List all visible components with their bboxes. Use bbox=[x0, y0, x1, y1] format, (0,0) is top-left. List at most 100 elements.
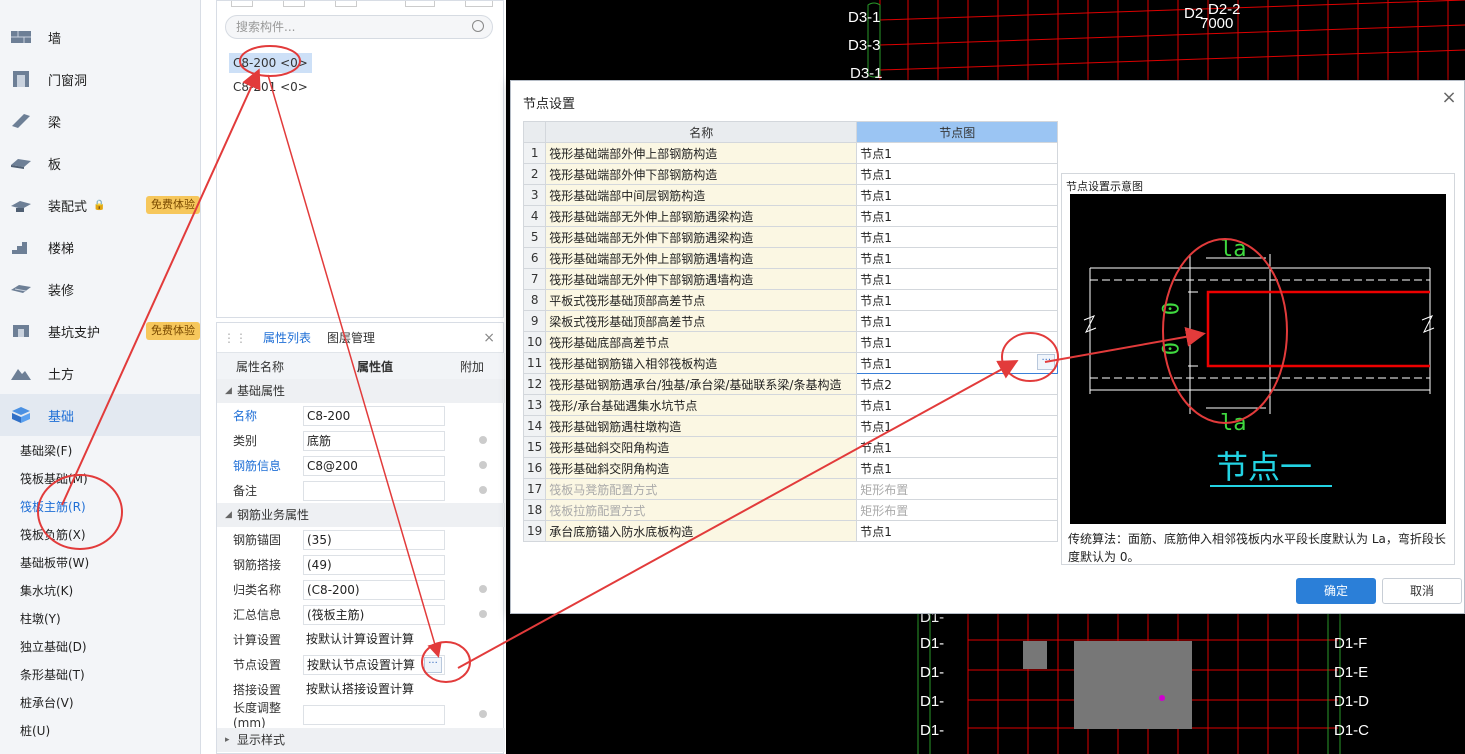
category-wall[interactable]: 墙 bbox=[0, 16, 200, 58]
close-icon[interactable]: × bbox=[483, 330, 495, 346]
node-setting-field[interactable]: 按默认节点设置计算 ··· bbox=[303, 654, 445, 675]
row-node-cell[interactable]: 节点1 bbox=[856, 457, 1059, 479]
extra-checkbox[interactable] bbox=[479, 486, 487, 494]
category-door-window[interactable]: 门窗洞 bbox=[0, 58, 200, 100]
node-table-row[interactable]: 3 筏形基础端部中间层钢筋构造 节点1 bbox=[522, 184, 1059, 206]
row-node-cell[interactable]: 节点1 bbox=[856, 226, 1059, 248]
row-node-cell[interactable]: 矩形布置 bbox=[856, 499, 1059, 521]
category-foundation[interactable]: 基础 bbox=[0, 394, 200, 436]
subitem-raft-negative-rebar[interactable]: 筏板负筋(X) bbox=[20, 524, 86, 546]
node-table-row[interactable]: 2 筏形基础端部外伸下部钢筋构造 节点1 bbox=[522, 163, 1059, 185]
category-pit-support[interactable]: 基坑支护 免费体验 bbox=[0, 310, 200, 352]
property-value-input[interactable] bbox=[303, 480, 445, 501]
subitem-raft-main-rebar[interactable]: 筏板主筋(R) bbox=[20, 496, 86, 518]
category-prefab[interactable]: 装配式 🔒 免费体验 bbox=[0, 184, 200, 226]
category-decoration[interactable]: 装修 bbox=[0, 268, 200, 310]
property-value-input[interactable]: (35) bbox=[303, 529, 445, 550]
node-table-row[interactable]: 9 梁板式筏形基础顶部高差节点 节点1 bbox=[522, 310, 1059, 332]
property-value-input[interactable]: C8-200 bbox=[303, 405, 445, 426]
category-earthwork[interactable]: 土方 bbox=[0, 352, 200, 394]
category-beam[interactable]: 梁 bbox=[0, 100, 200, 142]
node-table-row[interactable]: 18 筏板拉筋配置方式 矩形布置 bbox=[522, 499, 1059, 521]
row-node-cell[interactable]: 节点1 bbox=[856, 163, 1059, 185]
row-node-cell[interactable]: 节点1 bbox=[856, 184, 1059, 206]
extra-checkbox[interactable] bbox=[479, 436, 487, 444]
subitem-foundation-strip[interactable]: 基础板带(W) bbox=[20, 552, 89, 574]
free-trial-badge[interactable]: 免费体验 bbox=[146, 196, 200, 214]
toolbar-button[interactable] bbox=[283, 1, 305, 7]
node-table-row[interactable]: 15 筏形基础斜交阳角构造 节点1 bbox=[522, 436, 1059, 458]
property-value-input[interactable]: 按默认计算设置计算 bbox=[303, 630, 445, 650]
node-table-row[interactable]: 10 筏形基础底部高差节点 节点1 bbox=[522, 331, 1059, 353]
ellipsis-button[interactable]: ··· bbox=[1037, 354, 1056, 370]
ellipsis-button[interactable]: ··· bbox=[424, 656, 442, 673]
row-node-cell[interactable]: 节点1 bbox=[856, 520, 1059, 542]
component-item[interactable]: C8-201 <0> bbox=[229, 77, 312, 97]
row-node-cell[interactable]: 节点1 bbox=[856, 142, 1059, 164]
extra-checkbox[interactable] bbox=[479, 610, 487, 618]
subitem-foundation-beam[interactable]: 基础梁(F) bbox=[20, 440, 72, 462]
subitem-strip-footing[interactable]: 条形基础(T) bbox=[20, 664, 85, 686]
node-table-row[interactable]: 6 筏形基础端部无外伸上部钢筋遇墙构造 节点1 bbox=[522, 247, 1059, 269]
node-table-row[interactable]: 12 筏形基础钢筋遇承台/独基/承台梁/基础联系梁/条基构造 节点2 bbox=[522, 373, 1059, 395]
node-table-row[interactable]: 14 筏形基础钢筋遇柱墩构造 节点1 bbox=[522, 415, 1059, 437]
node-table-row[interactable]: 1 筏形基础端部外伸上部钢筋构造 节点1 bbox=[522, 142, 1059, 164]
node-table-row[interactable]: 4 筏形基础端部无外伸上部钢筋遇梁构造 节点1 bbox=[522, 205, 1059, 227]
subitem-raft-foundation[interactable]: 筏板基础(M) bbox=[20, 468, 88, 490]
row-node-cell[interactable]: 节点1 bbox=[856, 205, 1059, 227]
node-table-row[interactable]: 17 筏板马凳筋配置方式 矩形布置 bbox=[522, 478, 1059, 500]
node-table-row[interactable]: 11 筏形基础钢筋锚入相邻筏板构造 节点1 ··· bbox=[522, 352, 1059, 374]
cancel-button[interactable]: 取消 bbox=[1382, 578, 1462, 604]
subitem-isolated-footing[interactable]: 独立基础(D) bbox=[20, 636, 87, 658]
row-node-cell[interactable]: 节点1 ··· bbox=[856, 352, 1059, 374]
group-basic[interactable]: ◢ 基础属性 bbox=[217, 379, 505, 403]
property-value-input[interactable]: (49) bbox=[303, 554, 445, 575]
node-table-row[interactable]: 13 筏形/承台基础遇集水坑节点 节点1 bbox=[522, 394, 1059, 416]
subitem-sump-pit[interactable]: 集水坑(K) bbox=[20, 580, 73, 602]
toolbar-button[interactable] bbox=[335, 1, 357, 7]
row-node-cell[interactable]: 节点1 bbox=[856, 415, 1059, 437]
node-table-row[interactable]: 19 承台底筋锚入防水底板构造 节点1 bbox=[522, 520, 1059, 542]
category-stair[interactable]: 楼梯 bbox=[0, 226, 200, 268]
node-table-row[interactable]: 5 筏形基础端部无外伸下部钢筋遇梁构造 节点1 bbox=[522, 226, 1059, 248]
extra-checkbox[interactable] bbox=[479, 585, 487, 593]
component-search-input[interactable]: 搜索构件... bbox=[225, 15, 493, 39]
search-icon[interactable] bbox=[472, 20, 484, 32]
row-node-cell[interactable]: 节点2 bbox=[856, 373, 1059, 395]
toolbar-button[interactable] bbox=[231, 1, 253, 7]
property-value-input[interactable]: (筏板主筋) bbox=[303, 604, 445, 625]
tab-layer-manage[interactable]: 图层管理 bbox=[319, 323, 383, 353]
free-trial-badge[interactable]: 免费体验 bbox=[146, 322, 200, 340]
tab-property-list[interactable]: 属性列表 bbox=[255, 323, 319, 353]
node-table-row[interactable]: 8 平板式筏形基础顶部高差节点 节点1 bbox=[522, 289, 1059, 311]
category-slab[interactable]: 板 bbox=[0, 142, 200, 184]
property-value-input[interactable]: (C8-200) bbox=[303, 579, 445, 600]
row-node-cell[interactable]: 节点1 bbox=[856, 289, 1059, 311]
extra-checkbox[interactable] bbox=[479, 461, 487, 469]
group-rebar[interactable]: ◢ 钢筋业务属性 bbox=[217, 503, 505, 527]
collapse-icon[interactable]: ◢ bbox=[225, 379, 232, 403]
ok-button[interactable]: 确定 bbox=[1296, 578, 1376, 604]
property-value-input[interactable] bbox=[303, 704, 445, 725]
expand-icon[interactable]: ▸ bbox=[225, 728, 230, 752]
node-table-row[interactable]: 7 筏形基础端部无外伸下部钢筋遇墙构造 节点1 bbox=[522, 268, 1059, 290]
toolbar-button[interactable] bbox=[465, 1, 493, 7]
property-value-input[interactable]: 底筋 bbox=[303, 430, 445, 451]
group-display[interactable]: ▸ 显示样式 bbox=[217, 728, 505, 752]
subitem-pile-cap[interactable]: 桩承台(V) bbox=[20, 692, 74, 714]
extra-checkbox[interactable] bbox=[479, 710, 487, 718]
property-value-input[interactable]: 按默认搭接设置计算 bbox=[303, 680, 445, 700]
node-table-row[interactable]: 16 筏形基础斜交阴角构造 节点1 bbox=[522, 457, 1059, 479]
subitem-pile[interactable]: 桩(U) bbox=[20, 720, 50, 742]
component-item[interactable]: C8-200 <0> bbox=[229, 53, 312, 73]
row-node-cell[interactable]: 节点1 bbox=[856, 394, 1059, 416]
row-node-cell[interactable]: 节点1 bbox=[856, 310, 1059, 332]
row-node-cell[interactable]: 矩形布置 bbox=[856, 478, 1059, 500]
row-node-cell[interactable]: 节点1 bbox=[856, 436, 1059, 458]
collapse-icon[interactable]: ◢ bbox=[225, 503, 232, 527]
drag-handle-icon[interactable]: ⋮⋮ bbox=[223, 331, 247, 345]
property-value-input[interactable]: C8@200 bbox=[303, 455, 445, 476]
close-icon[interactable]: × bbox=[1440, 89, 1458, 107]
row-node-cell[interactable]: 节点1 bbox=[856, 331, 1059, 353]
row-node-cell[interactable]: 节点1 bbox=[856, 268, 1059, 290]
